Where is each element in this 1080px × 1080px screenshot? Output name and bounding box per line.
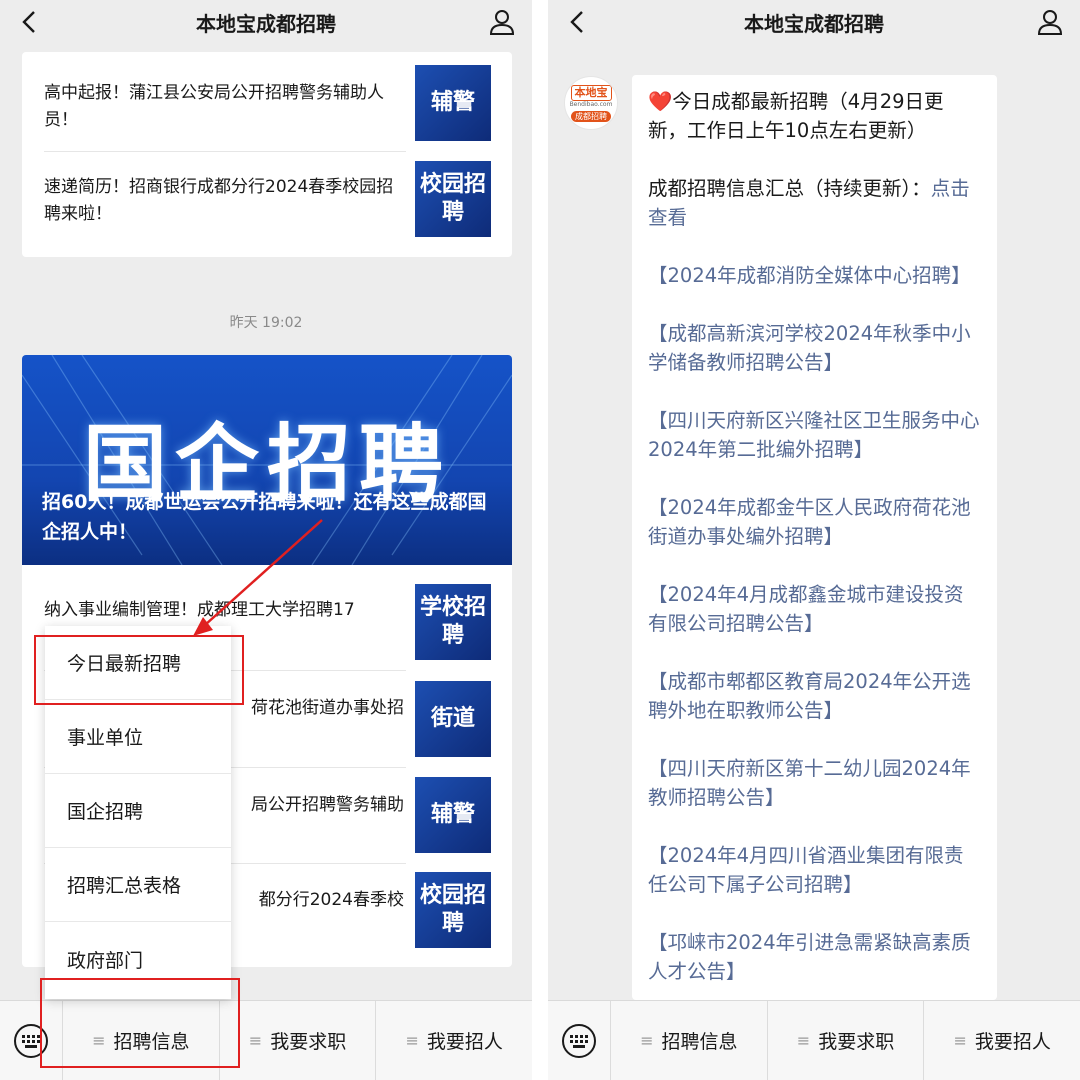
article-card-top: 高中起报！蒲江县公安局公开招聘警务辅助人员！ 辅警 速递简历！招商银行成都分行2…	[22, 52, 512, 257]
article-thumbnail[interactable]: 校园招聘	[415, 872, 491, 948]
banner-caption: 招60人！成都世运会公开招聘来啦！还有这些成都国企招人中！	[42, 491, 487, 543]
article-thumbnail[interactable]: 辅警	[415, 777, 491, 853]
message-link[interactable]: 【成都高新滨河学校2024年秋季中小学储备教师招聘公告】	[648, 319, 982, 377]
article-thumbnail[interactable]: 校园招聘	[415, 161, 491, 237]
left-screen: 本地宝成都招聘 高中起报！蒲江县公安局公开招聘警务辅助人员！ 辅警 速递简历！招…	[0, 0, 532, 1080]
page-title: 本地宝成都招聘	[196, 11, 336, 36]
banner-image[interactable]: 国企招聘 招60人！成都世运会公开招聘来啦！还有这些成都国企招人中！	[22, 355, 512, 565]
profile-icon[interactable]	[1034, 6, 1066, 38]
menu-button-hiring[interactable]: ≡ 我要招人	[375, 1000, 532, 1080]
menu-lines-icon: ≡	[405, 1031, 419, 1050]
nav-bar: 本地宝成都招聘	[548, 0, 1080, 44]
right-screen: 本地宝成都招聘 本地宝 Bendibao.com 成都招聘 ❤️今日成都最新招聘…	[548, 0, 1080, 1080]
summary-line: 成都招聘信息汇总（持续更新）：点击查看	[648, 177, 970, 229]
message-link[interactable]: 【2024年4月四川省酒业集团有限责任公司下属子公司招聘】	[648, 841, 982, 899]
message-link[interactable]: 【四川天府新区第十二幼儿园2024年教师招聘公告】	[648, 754, 982, 812]
heart-icon: ❤️	[648, 90, 673, 113]
submenu-item-public-institution[interactable]: 事业单位	[45, 700, 231, 774]
keyboard-toggle[interactable]	[548, 1001, 610, 1080]
message-link[interactable]: 【2024年成都消防全媒体中心招聘】	[648, 261, 982, 290]
submenu-item-summary-table[interactable]: 招聘汇总表格	[45, 848, 231, 922]
article-item[interactable]: 高中起报！蒲江县公安局公开招聘警务辅助人员！	[44, 62, 406, 152]
message-link[interactable]: 【邛崃市2024年引进急需紧缺高素质人才公告】	[648, 928, 982, 986]
message-title: ❤️今日成都最新招聘（4月29日更新，工作日上午10点左右更新）	[648, 90, 944, 142]
avatar[interactable]: 本地宝 Bendibao.com 成都招聘	[564, 76, 618, 130]
menu-lines-icon: ≡	[248, 1031, 263, 1050]
profile-icon[interactable]	[486, 6, 518, 38]
menu-button-job-seeking[interactable]: ≡ 我要求职	[766, 1000, 924, 1080]
message-link[interactable]: 【成都市郫都区教育局2024年公开选聘外地在职教师公告】	[648, 667, 982, 725]
menu-button-job-seeking[interactable]: ≡ 我要求职	[218, 1000, 376, 1080]
menu-lines-icon: ≡	[953, 1031, 967, 1050]
menu-lines-icon: ≡	[640, 1031, 654, 1050]
timestamp: 昨天 19:02	[229, 315, 303, 331]
message-bubble: ❤️今日成都最新招聘（4月29日更新，工作日上午10点左右更新） 成都招聘信息汇…	[632, 75, 997, 1000]
menu-button-recruitment-info[interactable]: ≡ 招聘信息	[610, 1000, 767, 1080]
nav-bar: 本地宝成都招聘	[0, 0, 532, 44]
back-arrow-icon[interactable]	[562, 6, 594, 38]
message-link[interactable]: 【2024年成都金牛区人民政府荷花池街道办事处编外招聘】	[648, 493, 982, 551]
article-item[interactable]: 速递简历！招商银行成都分行2024春季校园招聘来啦！	[44, 156, 406, 246]
back-arrow-icon[interactable]	[14, 6, 46, 38]
highlight-box-menu-item	[34, 635, 244, 705]
article-thumbnail[interactable]: 街道	[415, 681, 491, 757]
menu-button-hiring[interactable]: ≡ 我要招人	[923, 1000, 1080, 1080]
article-thumbnail[interactable]: 辅警	[415, 65, 491, 141]
divider	[44, 151, 406, 152]
page-title: 本地宝成都招聘	[744, 11, 884, 36]
highlight-box-menu-button	[40, 978, 240, 1068]
bottom-menu-bar: ≡ 招聘信息 ≡ 我要求职 ≡ 我要招人	[548, 1000, 1080, 1080]
message-link[interactable]: 【四川天府新区兴隆社区卫生服务中心2024年第二批编外招聘】	[648, 406, 982, 464]
keyboard-icon	[562, 1023, 596, 1058]
article-thumbnail[interactable]: 学校招聘	[415, 584, 491, 660]
message-link[interactable]: 【2024年4月成都鑫金城市建设投资有限公司招聘公告】	[648, 580, 982, 638]
menu-lines-icon: ≡	[796, 1031, 811, 1050]
submenu-item-soe[interactable]: 国企招聘	[45, 774, 231, 848]
